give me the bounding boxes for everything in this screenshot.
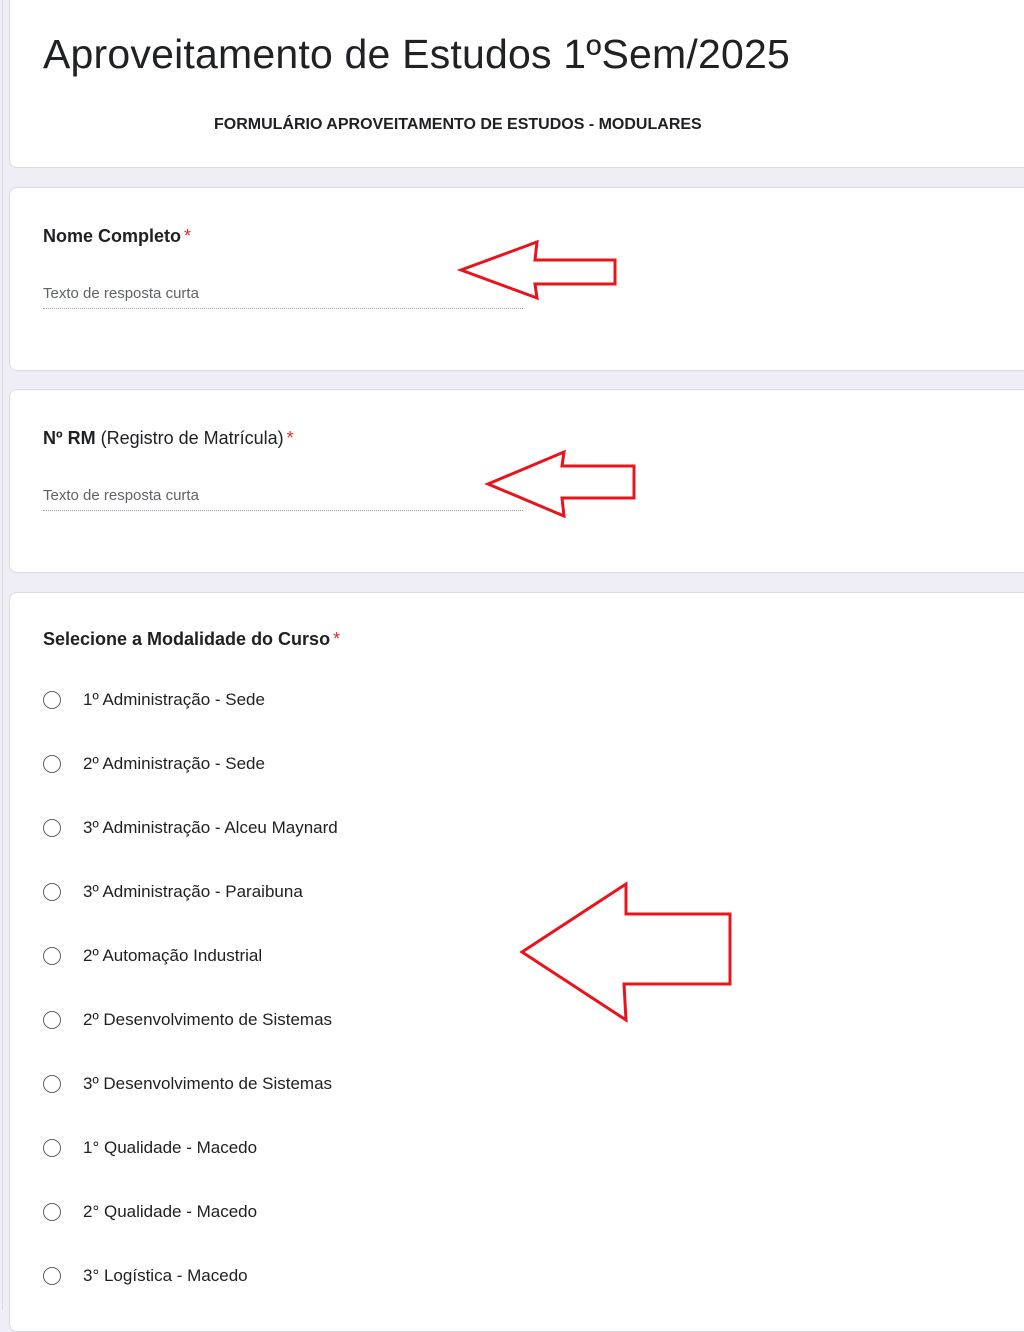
required-asterisk: * [184, 226, 192, 246]
radio-unchecked-icon[interactable] [43, 1267, 61, 1285]
rm-input[interactable]: Texto de resposta curta [43, 487, 523, 511]
course-option-label: 3º Administração - Paraibuna [83, 882, 303, 901]
radio-unchecked-icon[interactable] [43, 1139, 61, 1157]
question-title-course-text: Selecione a Modalidade do Curso [43, 629, 331, 649]
question-title-rm: Nº RM (Registro de Matrícula) * [43, 428, 294, 449]
question-title-name-text: Nome Completo [43, 226, 182, 246]
course-option[interactable]: 1° Qualidade - Macedo [43, 1137, 257, 1159]
radio-unchecked-icon[interactable] [43, 1011, 61, 1029]
red-arrow-left-icon [456, 239, 617, 301]
question-title-name: Nome Completo * [43, 226, 191, 247]
question-title-rm-rest: (Registro de Matrícula) [95, 428, 284, 448]
course-option-label: 2° Qualidade - Macedo [83, 1202, 258, 1221]
course-option[interactable]: 2º Desenvolvimento de Sistemas [43, 1009, 332, 1031]
required-asterisk: * [333, 629, 341, 649]
course-option[interactable]: 2° Qualidade - Macedo [43, 1201, 257, 1223]
course-option-label: 2º Administração - Sede [83, 754, 265, 773]
course-option-label: 3º Administração - Alceu Maynard [83, 818, 338, 837]
radio-unchecked-icon[interactable] [43, 691, 61, 709]
form-header-card: Aproveitamento de Estudos 1ºSem/2025 FOR… [9, 0, 1024, 168]
form-title: Aproveitamento de Estudos 1ºSem/2025 [43, 31, 790, 77]
radio-unchecked-icon[interactable] [43, 755, 61, 773]
page-left-border [2, 0, 3, 1310]
course-option-label: 3º Desenvolvimento de Sistemas [83, 1074, 333, 1093]
course-option-label: 2º Desenvolvimento de Sistemas [83, 1010, 333, 1029]
course-option-label: 2º Automação Industrial [83, 946, 263, 965]
course-option[interactable]: 2º Automação Industrial [43, 945, 262, 967]
course-option[interactable]: 3º Administração - Paraibuna [43, 881, 303, 903]
red-arrow-left-icon [484, 449, 636, 519]
question-title-course: Selecione a Modalidade do Curso * [43, 629, 340, 650]
radio-unchecked-icon[interactable] [43, 1203, 61, 1221]
course-option[interactable]: 3º Desenvolvimento de Sistemas [43, 1073, 332, 1095]
red-arrow-left-icon [519, 881, 732, 1023]
radio-unchecked-icon[interactable] [43, 947, 61, 965]
course-option[interactable]: 3º Administração - Alceu Maynard [43, 817, 338, 839]
question-title-rm-bold: Nº RM [43, 428, 96, 448]
course-option[interactable]: 2º Administração - Sede [43, 753, 265, 775]
name-input[interactable]: Texto de resposta curta [43, 285, 523, 309]
required-asterisk: * [286, 428, 294, 448]
course-option-label: 1º Administração - Sede [83, 690, 265, 709]
course-option[interactable]: 1º Administração - Sede [43, 689, 265, 711]
radio-unchecked-icon[interactable] [43, 819, 61, 837]
course-option[interactable]: 3° Logística - Macedo [43, 1265, 248, 1287]
course-option-label: 3° Logística - Macedo [83, 1266, 248, 1285]
radio-unchecked-icon[interactable] [43, 1075, 61, 1093]
course-option-label: 1° Qualidade - Macedo [83, 1138, 258, 1157]
form-subtitle: FORMULÁRIO APROVEITAMENTO DE ESTUDOS - M… [214, 116, 702, 133]
radio-unchecked-icon[interactable] [43, 883, 61, 901]
